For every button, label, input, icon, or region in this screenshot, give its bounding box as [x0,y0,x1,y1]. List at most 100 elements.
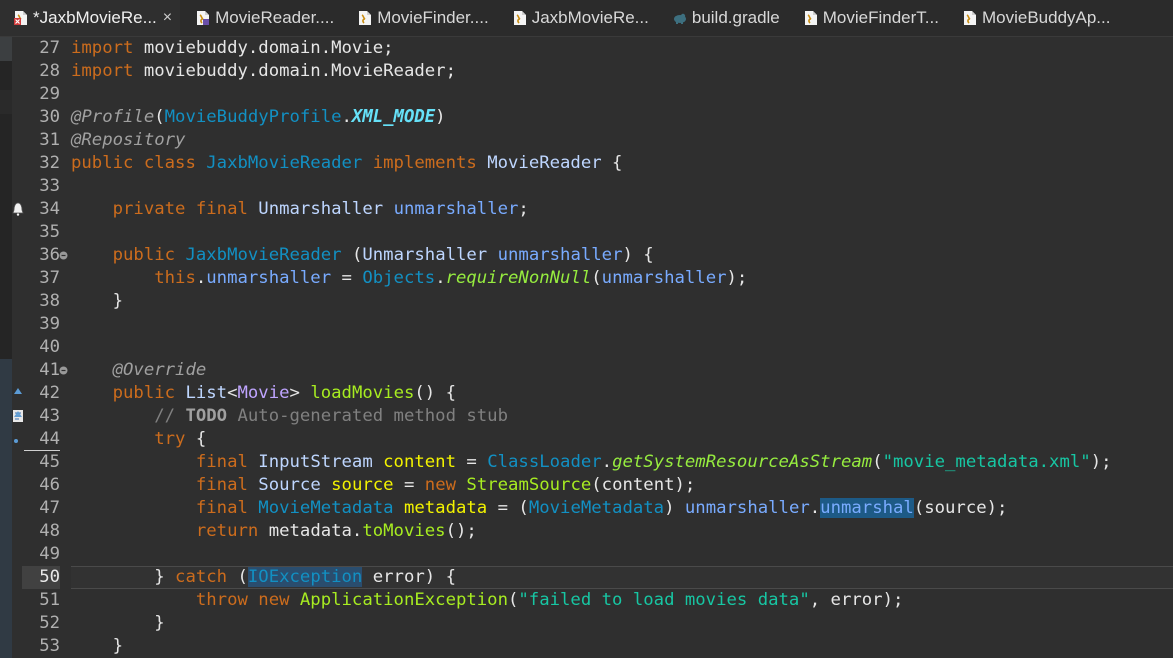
code-token: > [289,383,311,403]
code-text: @Override [71,359,207,382]
code-token: public [112,245,186,265]
editor-tab[interactable]: JaxbMovieRe... [497,0,657,36]
line-number: 33 [39,176,60,196]
code-line[interactable]: 48 return metadata.toMovies(); [0,520,1173,543]
code-line[interactable]: 50 } catch (IOException error) { [0,566,1173,589]
code-text: try { [71,428,206,451]
code-token: unmarshaller [497,245,623,265]
code-token: private final [112,199,259,219]
editor-tab[interactable]: MovieFinderT... [788,0,947,36]
code-token: public class [71,153,207,173]
fold-toggle-icon[interactable] [59,251,68,260]
code-line[interactable]: 46 final Source source = new StreamSourc… [0,474,1173,497]
close-tab-icon[interactable]: × [163,9,172,27]
code-token: List [185,383,228,403]
code-line[interactable]: 53 } [0,635,1173,658]
code-line[interactable]: 36 public JaxbMovieReader (Unmarshaller … [0,244,1173,267]
editor-tab[interactable]: build.gradle [657,0,788,36]
code-line[interactable]: 42 public List<Movie> loadMovies() { [0,382,1173,405]
code-token: . [435,268,446,288]
code-token: { [601,153,623,173]
code-token: error) { [362,567,456,587]
code-token: ) [435,107,446,127]
code-token: ( [341,245,363,265]
code-line[interactable]: 33 [0,175,1173,198]
code-line[interactable]: 38 } [0,290,1173,313]
code-line[interactable]: 39 [0,313,1173,336]
code-token: MovieMetadata [528,498,665,518]
code-editor[interactable]: 27 import moviebuddy.domain.Movie; 28 impor… [0,37,1173,658]
code-text: import moviebuddy.domain.Movie; [71,37,394,60]
code-line[interactable]: 29 [0,83,1173,106]
editor-tab[interactable]: MovieBuddyAp... [947,0,1119,36]
code-text: } [71,290,123,313]
code-line[interactable]: 41 @Override [0,359,1173,382]
code-token: StreamSource [466,475,592,495]
code-line[interactable]: 47 final MovieMetadata metadata = (Movie… [0,497,1173,520]
code-line[interactable]: 44 try { [0,428,1173,451]
code-token: try [154,429,186,449]
java-class-file-icon [359,11,372,25]
code-token: public [112,383,186,403]
code-token: toMovies [362,521,446,541]
code-token: . [195,268,207,288]
code-line[interactable]: 51 throw new ApplicationException("faile… [0,589,1173,612]
editor-tab-label: MovieFinderT... [822,8,939,27]
code-token: unmarshaller [684,498,810,518]
code-line[interactable]: 45 final InputStream content = ClassLoad… [0,451,1173,474]
code-line[interactable]: 28 import moviebuddy.domain.MovieReader; [0,60,1173,83]
code-token: throw new [195,590,300,610]
editor-tab[interactable]: *JaxbMovieRe... × [0,0,181,36]
java-class-file-icon [804,11,817,25]
line-number: 50 [22,566,60,589]
code-token: import [71,61,134,81]
code-line[interactable]: 27 import moviebuddy.domain.Movie; [0,37,1173,60]
code-line[interactable]: 43 // TODO Auto-generated method stub [0,405,1173,428]
code-token: ( [154,107,165,127]
fold-toggle-icon[interactable] [59,366,68,375]
editor-tab[interactable]: MovieReader.... [180,0,342,36]
code-line[interactable]: 37 this.unmarshaller = Objects.requireNo… [0,267,1173,290]
code-line[interactable]: 49 [0,543,1173,566]
code-token: Auto-generated method stub [227,406,508,426]
code-token: } [71,613,165,633]
code-token: JaxbMovieReader [185,245,342,265]
code-token: . [601,452,613,472]
code-token: = [456,452,488,472]
code-text: } catch (IOException error) { [71,566,456,589]
code-token: @Override [112,360,207,380]
code-text: public JaxbMovieReader (Unmarshaller unm… [71,244,654,267]
code-line[interactable]: 35 [0,221,1173,244]
code-token: "movie_metadata.xml" [882,452,1091,472]
code-token: ) [664,498,685,518]
code-token: () { [414,383,457,403]
code-line[interactable]: 30 @Profile(MovieBuddyProfile.XML_MODE) [0,106,1173,129]
code-text: return metadata.toMovies(); [71,520,477,543]
code-token: loadMovies [310,383,415,403]
eclipse-editor-window: *JaxbMovieRe... × MovieReader.... MovieFind… [0,0,1173,658]
code-token: catch [175,567,228,587]
code-token: metadata. [268,521,363,541]
code-line[interactable]: 34 private final Unmarshaller unmarshall… [0,198,1173,221]
code-line[interactable]: 32 public class JaxbMovieReader implement… [0,152,1173,175]
code-token: IOException [247,567,363,587]
code-token: "failed to load movies data" [518,590,810,610]
line-number: 38 [39,291,60,311]
java-file-error-icon [14,11,27,25]
code-token: unmarshaller [206,268,332,288]
code-token: . [809,498,821,518]
code-line[interactable]: 52 } [0,612,1173,635]
editor-tab[interactable]: MovieFinder.... [342,0,497,36]
code-token: content [383,452,456,472]
code-line[interactable]: 40 [0,336,1173,359]
code-token: MovieMetadata [258,498,394,518]
code-line[interactable]: 31 @Repository [0,129,1173,152]
